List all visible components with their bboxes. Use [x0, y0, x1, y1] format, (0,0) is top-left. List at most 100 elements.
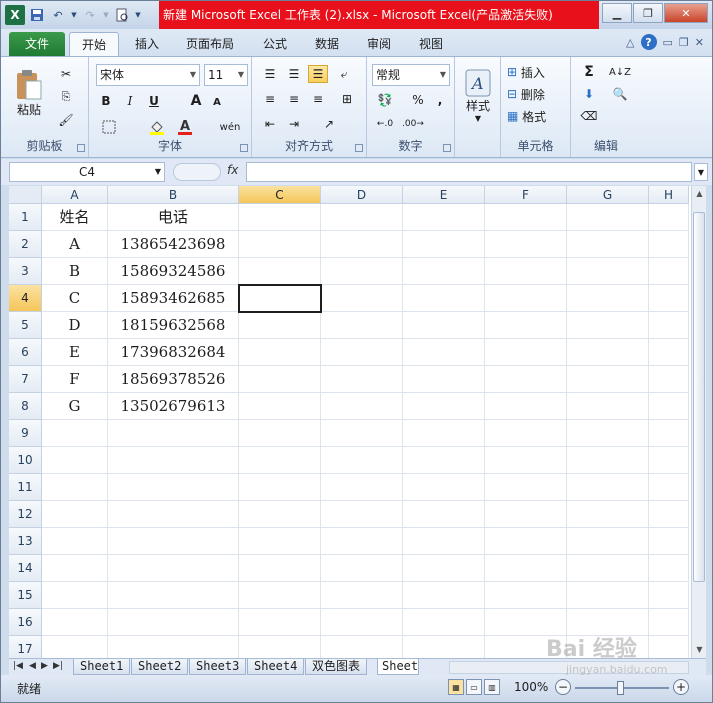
worksheet-grid[interactable]: A B C D E F G H 1 姓名 电话 2 A 13865423698 3 B 15869324586 4… [9, 186, 691, 658]
cell-a15[interactable] [42, 582, 108, 609]
cell-d14[interactable] [321, 555, 403, 582]
cell-g13[interactable] [567, 528, 649, 555]
cell-h4[interactable] [649, 285, 689, 312]
expand-formula-bar-icon[interactable]: ▼ [694, 163, 708, 181]
align-right-icon[interactable]: ≡ [308, 90, 328, 108]
cell-b9[interactable] [108, 420, 239, 447]
cell-a14[interactable] [42, 555, 108, 582]
cell-e5[interactable] [403, 312, 485, 339]
cell-d13[interactable] [321, 528, 403, 555]
zoom-slider-thumb[interactable] [617, 681, 624, 695]
cell-b7[interactable]: 18569378526 [108, 366, 239, 393]
align-middle-icon[interactable]: ☰ [284, 65, 304, 83]
cell-c11[interactable] [239, 474, 321, 501]
column-header-e[interactable]: E [403, 186, 485, 204]
font-size-combo[interactable]: 11 ▼ [204, 64, 248, 86]
cell-d15[interactable] [321, 582, 403, 609]
cell-e2[interactable] [403, 231, 485, 258]
cell-d12[interactable] [321, 501, 403, 528]
cell-d1[interactable] [321, 204, 403, 231]
cell-f2[interactable] [485, 231, 567, 258]
cell-g5[interactable] [567, 312, 649, 339]
cell-a3[interactable]: B [42, 258, 108, 285]
cell-b13[interactable] [108, 528, 239, 555]
tab-view[interactable]: 视图 [409, 32, 453, 56]
undo-dropdown-icon[interactable]: ▼ [70, 6, 78, 24]
cell-d17[interactable] [321, 636, 403, 658]
cell-g9[interactable] [567, 420, 649, 447]
select-all-corner[interactable] [9, 186, 42, 204]
sheet-tab[interactable]: 双色图表 [305, 659, 368, 675]
cell-c3[interactable] [239, 258, 321, 285]
cell-c7[interactable] [239, 366, 321, 393]
cell-a4[interactable]: C [42, 285, 108, 312]
cell-b11[interactable] [108, 474, 239, 501]
font-color-button[interactable]: A [175, 117, 195, 137]
cell-a7[interactable]: F [42, 366, 108, 393]
cell-e10[interactable] [403, 447, 485, 474]
find-select-icon[interactable]: 🔍 [607, 85, 633, 103]
sort-filter-icon[interactable]: A↓Z [607, 63, 633, 81]
merge-center-icon[interactable]: ⊞ [334, 90, 360, 108]
cell-d6[interactable] [321, 339, 403, 366]
prev-sheet-icon[interactable]: ◀ [29, 661, 36, 671]
cell-g4[interactable] [567, 285, 649, 312]
cell-g8[interactable] [567, 393, 649, 420]
cell-d9[interactable] [321, 420, 403, 447]
percent-button[interactable]: % [409, 91, 427, 109]
cell-d16[interactable] [321, 609, 403, 636]
cell-b8[interactable]: 13502679613 [108, 393, 239, 420]
cell-f5[interactable] [485, 312, 567, 339]
row-header-1[interactable]: 1 [9, 204, 42, 231]
cell-d8[interactable] [321, 393, 403, 420]
column-header-g[interactable]: G [567, 186, 649, 204]
column-header-f[interactable]: F [485, 186, 567, 204]
cell-d10[interactable] [321, 447, 403, 474]
cell-h8[interactable] [649, 393, 689, 420]
row-header-14[interactable]: 14 [9, 555, 42, 582]
cell-f10[interactable] [485, 447, 567, 474]
cell-c5[interactable] [239, 312, 321, 339]
row-header-9[interactable]: 9 [9, 420, 42, 447]
row-header-10[interactable]: 10 [9, 447, 42, 474]
customize-qat-icon[interactable]: ▼ [134, 6, 142, 24]
row-header-2[interactable]: 2 [9, 231, 42, 258]
clipboard-launcher-icon[interactable] [77, 144, 85, 152]
active-cell-cursor[interactable] [238, 284, 322, 313]
close-icon[interactable]: ✕ [664, 3, 708, 23]
fill-icon[interactable]: ⬇ [577, 85, 601, 103]
row-header-12[interactable]: 12 [9, 501, 42, 528]
cell-c16[interactable] [239, 609, 321, 636]
cell-g6[interactable] [567, 339, 649, 366]
fill-color-icon[interactable] [145, 117, 169, 137]
cell-g10[interactable] [567, 447, 649, 474]
doc-close-icon[interactable]: ✕ [695, 36, 704, 49]
minimize-icon[interactable]: ▁ [602, 3, 632, 23]
cell-d11[interactable] [321, 474, 403, 501]
row-header-5[interactable]: 5 [9, 312, 42, 339]
cell-e8[interactable] [403, 393, 485, 420]
cell-g7[interactable] [567, 366, 649, 393]
styles-button[interactable]: A 样式 ▼ [461, 61, 495, 131]
cell-f1[interactable] [485, 204, 567, 231]
cell-e9[interactable] [403, 420, 485, 447]
phonetic-guide-button[interactable]: wén [217, 117, 243, 137]
cell-f14[interactable] [485, 555, 567, 582]
cell-b1[interactable]: 电话 [108, 204, 239, 231]
orientation-icon[interactable]: ↗ [316, 115, 342, 133]
next-sheet-icon[interactable]: ▶ [41, 661, 48, 671]
font-name-combo[interactable]: 宋体 ▼ [96, 64, 200, 86]
cell-c6[interactable] [239, 339, 321, 366]
align-center-icon[interactable]: ≡ [284, 90, 304, 108]
cell-a6[interactable]: E [42, 339, 108, 366]
cell-a10[interactable] [42, 447, 108, 474]
cell-f15[interactable] [485, 582, 567, 609]
cell-g15[interactable] [567, 582, 649, 609]
row-header-11[interactable]: 11 [9, 474, 42, 501]
cell-h6[interactable] [649, 339, 689, 366]
sheet-tab[interactable]: Sheet3 [189, 659, 247, 675]
grow-font-button[interactable]: A [187, 91, 205, 111]
cell-b14[interactable] [108, 555, 239, 582]
clear-icon[interactable]: ⌫ [577, 107, 601, 125]
column-header-h[interactable]: H [649, 186, 689, 204]
